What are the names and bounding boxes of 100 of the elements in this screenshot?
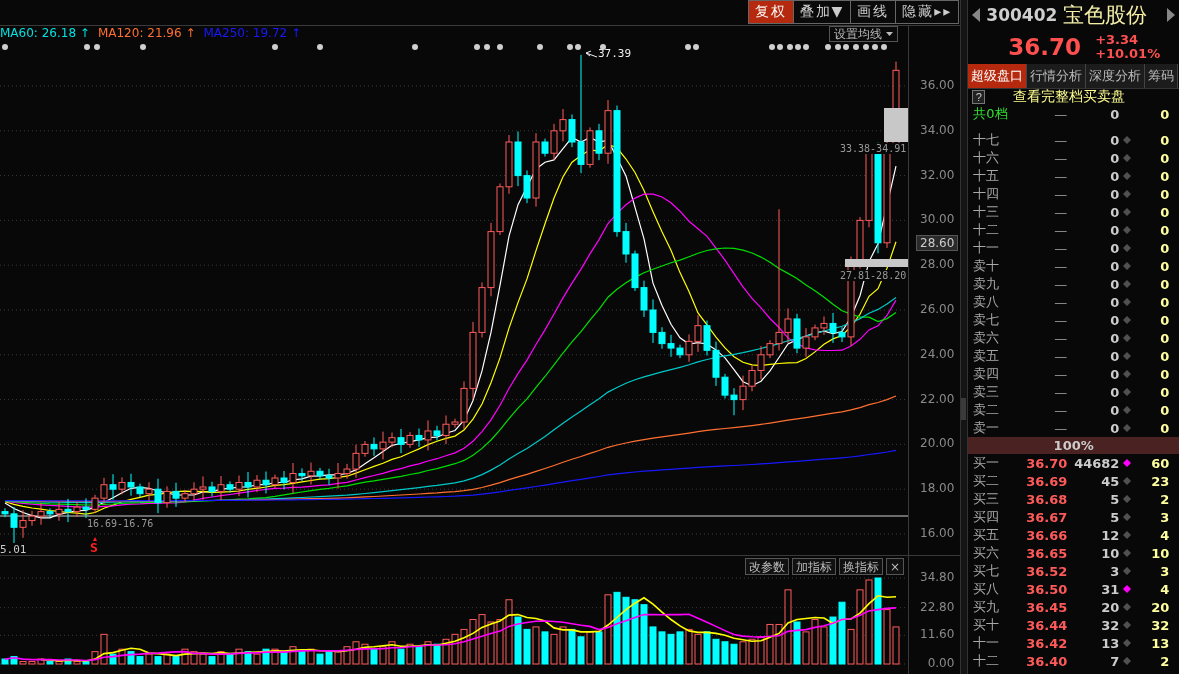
axis-label: 16.00: [920, 526, 955, 540]
volume-cell-text: 0: [1109, 294, 1120, 310]
volume-cell-text: 32: [1100, 617, 1120, 633]
panel-tab[interactable]: 超级盘口: [968, 64, 1028, 88]
volume-cell-text: 0: [1109, 240, 1120, 256]
toolbar-button[interactable]: 复权: [748, 1, 793, 23]
level-label: 买四: [973, 508, 1001, 526]
volume-cell-text: 0: [1109, 168, 1120, 184]
level-label: 卖七: [973, 311, 1001, 329]
order-count-cell-text: 0: [1159, 106, 1170, 122]
order-count-cell-text: 0: [1159, 420, 1170, 436]
price-cell-text: —: [1053, 312, 1068, 328]
level-label: 卖四: [973, 365, 1001, 383]
order-count-cell-text: 0: [1159, 384, 1170, 400]
last-price: 36.70: [1008, 34, 1082, 60]
moving-average-legend: MA60: 26.18 ↑: [0, 26, 90, 40]
volume-cell-text: 0: [1109, 384, 1120, 400]
price-cell-text: —: [1053, 168, 1068, 184]
panel-tab[interactable]: 行情分析: [1027, 64, 1087, 88]
price-cell-text: 36.65: [1025, 545, 1068, 561]
price-label: 37.39: [598, 47, 632, 60]
order-count-cell-text: 0: [1159, 258, 1170, 274]
axis-label: 28.00: [920, 257, 955, 272]
stock-code: 300402: [986, 5, 1058, 25]
level-label: 买十: [973, 616, 1001, 634]
full-depth-link[interactable]: 查看完整档买卖盘: [1013, 88, 1126, 106]
axis-label: 11.60: [920, 627, 955, 642]
level-label: 买二: [973, 472, 1001, 490]
level-label: 十三: [973, 203, 1001, 221]
price-cell-text: —: [1053, 330, 1068, 346]
order-count-cell-text: 20: [1150, 599, 1170, 615]
axis-label: 32.00: [920, 167, 955, 182]
price-cell-text: 36.44: [1025, 617, 1068, 633]
volume-cell-text: 3: [1109, 563, 1120, 579]
level-label: 十四: [973, 185, 1001, 203]
order-count-cell-text: 0: [1159, 186, 1170, 202]
depth-count: 共0档: [973, 105, 1009, 123]
level-label: 买三: [973, 490, 1001, 508]
level-label: 买六: [973, 544, 1001, 562]
order-count-cell-text: 32: [1150, 617, 1170, 633]
level-label: 十一: [973, 239, 1001, 257]
volume-cell-text: 0: [1109, 348, 1120, 364]
level-label: 买七: [973, 562, 1001, 580]
order-count-cell-text: 0: [1159, 132, 1170, 148]
volume-cell-text: 5: [1109, 491, 1120, 507]
level-label: 十五: [973, 167, 1001, 185]
order-count-cell-text: 10: [1150, 545, 1170, 561]
volume-cell-text: 31: [1100, 581, 1120, 597]
price-cell-text: 36.68: [1025, 491, 1068, 507]
price-label: 5.01: [0, 543, 27, 555]
order-count-cell-text: 23: [1150, 473, 1170, 489]
price-cell-text: —: [1053, 106, 1068, 122]
level-label: 买八: [973, 580, 1001, 598]
indicator-button[interactable]: 改参数: [744, 558, 789, 575]
order-count-cell-text: 2: [1159, 491, 1170, 507]
axis-label: 30.00: [920, 212, 955, 227]
price-label: 33.38-34.91: [840, 143, 907, 154]
order-count-cell-text: 2: [1159, 653, 1170, 669]
level-label: 卖十: [973, 257, 1001, 275]
volume-cell-text: 12: [1100, 527, 1120, 543]
order-count-cell-text: 0: [1159, 222, 1170, 238]
price-cell-text: 36.50: [1025, 581, 1068, 597]
close-button[interactable]: ×: [885, 558, 904, 575]
order-count-cell-text: 0: [1159, 294, 1170, 310]
volume-cell-text: 10: [1100, 545, 1120, 561]
panel-tab[interactable]: 筹码: [1145, 64, 1179, 88]
volume-cell-text: 45: [1100, 473, 1120, 489]
axis-label: 26.00: [920, 302, 955, 316]
indicator-button[interactable]: 加指标: [791, 558, 836, 575]
price-cell-text: —: [1053, 384, 1068, 400]
volume-cell-text: 0: [1109, 276, 1120, 292]
level-label: 十二: [973, 652, 1001, 670]
volume-cell-text: 0: [1109, 132, 1120, 148]
order-count-cell-text: 0: [1159, 330, 1170, 346]
order-count-cell-text: 0: [1159, 204, 1170, 220]
level-label: 卖八: [973, 293, 1001, 311]
ma-setting-dropdown[interactable]: 设置均线: [829, 26, 898, 42]
order-count-cell-text: 0: [1159, 348, 1170, 364]
level-label: 买一: [973, 454, 1001, 472]
order-count-cell-text: 0: [1159, 168, 1170, 184]
axis-label: 34.00: [920, 122, 955, 137]
indicator-button[interactable]: 换指标: [838, 558, 883, 575]
level-label: 十二: [973, 221, 1001, 239]
level-label: 卖五: [973, 347, 1001, 365]
volume-cell-text: 0: [1109, 366, 1120, 382]
price-cell-text: 36.42: [1025, 635, 1068, 651]
volume-cell-text: 0: [1109, 402, 1120, 418]
panel-tab[interactable]: 深度分析: [1086, 64, 1146, 88]
price-label: 27.81-28.20: [840, 270, 907, 281]
axis-label: 22.00: [920, 391, 955, 406]
price-cell-text: 36.69: [1025, 473, 1068, 489]
price-cell-text: —: [1053, 276, 1068, 292]
order-count-cell-text: 0: [1159, 240, 1170, 256]
moving-average-legend: MA250: 19.72 ↑: [203, 26, 301, 40]
volume-cell-text: 20: [1100, 599, 1120, 615]
axis-label: 36.00: [920, 78, 955, 92]
help-button[interactable]: ?: [972, 90, 986, 104]
level-label: 十七: [973, 131, 1001, 149]
price-cell-text: —: [1053, 186, 1068, 202]
order-count-cell-text: 0: [1159, 150, 1170, 166]
